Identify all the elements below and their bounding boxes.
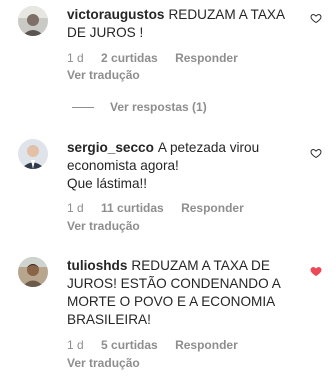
divider-line xyxy=(72,106,94,108)
comment-time[interactable]: 1 d xyxy=(67,338,84,352)
like-button[interactable] xyxy=(310,265,322,277)
heart-icon xyxy=(310,266,322,277)
translate-link[interactable]: Ver tradução xyxy=(67,68,140,82)
like-button[interactable] xyxy=(310,12,322,24)
translate-link[interactable]: Ver tradução xyxy=(67,219,140,233)
likes-count[interactable]: 2 curtidas xyxy=(101,51,158,65)
comment-time[interactable]: 1 d xyxy=(67,51,84,65)
comment-username[interactable]: victoraugustos xyxy=(67,7,164,22)
heart-icon xyxy=(310,148,322,159)
comment-time[interactable]: 1 d xyxy=(67,201,84,215)
reply-button[interactable]: Responder xyxy=(181,201,244,215)
view-replies-button[interactable]: Ver respostas (1) xyxy=(72,100,207,114)
avatar[interactable] xyxy=(18,139,48,169)
heart-icon xyxy=(310,13,322,24)
comment-meta: 1 d 5 curtidas Responder xyxy=(67,338,252,352)
comment-username[interactable]: tulioshds xyxy=(67,258,127,273)
comment-username[interactable]: sergio_secco xyxy=(67,140,154,155)
comment-meta: 1 d 2 curtidas Responder xyxy=(67,51,252,65)
avatar[interactable] xyxy=(18,257,48,287)
comment-meta: 1 d 11 curtidas Responder xyxy=(67,201,258,215)
like-button[interactable] xyxy=(310,147,322,159)
translate-link[interactable]: Ver tradução xyxy=(67,356,140,370)
reply-button[interactable]: Responder xyxy=(175,51,238,65)
likes-count[interactable]: 5 curtidas xyxy=(101,338,158,352)
likes-count[interactable]: 11 curtidas xyxy=(101,201,164,215)
view-replies-label: Ver respostas (1) xyxy=(110,100,207,114)
reply-button[interactable]: Responder xyxy=(175,338,238,352)
avatar[interactable] xyxy=(18,6,48,36)
